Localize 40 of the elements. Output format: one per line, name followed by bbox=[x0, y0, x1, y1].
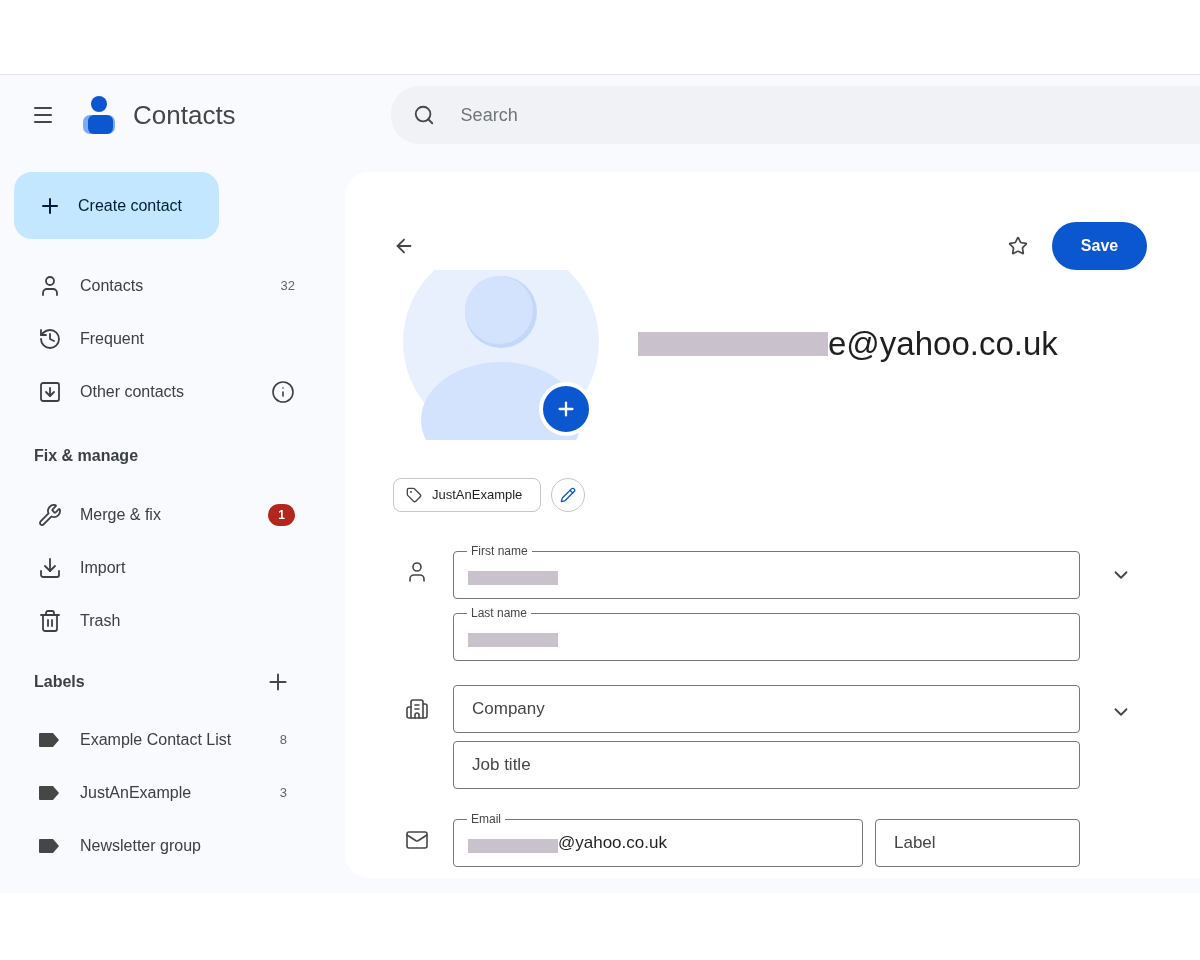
info-icon[interactable] bbox=[271, 379, 295, 404]
search-icon[interactable] bbox=[412, 104, 435, 126]
nav-item[interactable]: Other contacts bbox=[0, 365, 345, 418]
label-icon bbox=[38, 784, 60, 801]
wrench-icon bbox=[38, 502, 62, 527]
create-contact-button[interactable]: Create contact bbox=[14, 172, 219, 239]
history-icon bbox=[38, 326, 62, 351]
text-field[interactable]: Company bbox=[453, 685, 1080, 733]
nav-item[interactable]: Trash bbox=[0, 594, 345, 647]
label-item[interactable]: Example Contact List 8 bbox=[0, 713, 345, 766]
save-button[interactable]: Save bbox=[1052, 222, 1147, 270]
text-field[interactable]: Label bbox=[875, 819, 1080, 867]
item-count: 32 bbox=[280, 276, 295, 295]
item-count: 8 bbox=[279, 730, 287, 749]
label-icon bbox=[38, 731, 60, 748]
download-icon bbox=[38, 555, 62, 580]
trash-icon bbox=[38, 608, 62, 633]
contact-title: e@yahoo.co.uk bbox=[828, 324, 1058, 365]
label-icon bbox=[406, 487, 422, 503]
archive-icon bbox=[38, 379, 62, 404]
building-icon bbox=[405, 697, 429, 721]
nav-item[interactable]: Contacts 32 bbox=[0, 259, 345, 312]
star-icon[interactable] bbox=[1008, 236, 1028, 256]
text-field[interactable]: Job title bbox=[453, 741, 1080, 789]
section-heading: Labels bbox=[34, 672, 86, 692]
search-field[interactable]: Search bbox=[390, 86, 1200, 144]
pencil-icon bbox=[560, 487, 577, 503]
contacts-logo-icon bbox=[81, 95, 117, 135]
label-chip[interactable]: JustAnExample bbox=[393, 478, 542, 512]
item-count: 3 bbox=[279, 783, 287, 802]
app-title: Contacts bbox=[133, 98, 236, 132]
nav-item[interactable]: Merge & fix 1 bbox=[0, 488, 345, 541]
section-heading: Fix & manage bbox=[34, 446, 140, 466]
nav-item[interactable]: Frequent bbox=[0, 312, 345, 365]
label-item[interactable]: JustAnExample 3 bbox=[0, 766, 345, 819]
nav-item[interactable]: Import bbox=[0, 541, 345, 594]
count-badge: 1 bbox=[268, 503, 295, 526]
mail-icon bbox=[405, 828, 429, 852]
label-icon bbox=[38, 837, 60, 854]
label-item[interactable]: Newsletter group bbox=[0, 819, 345, 872]
